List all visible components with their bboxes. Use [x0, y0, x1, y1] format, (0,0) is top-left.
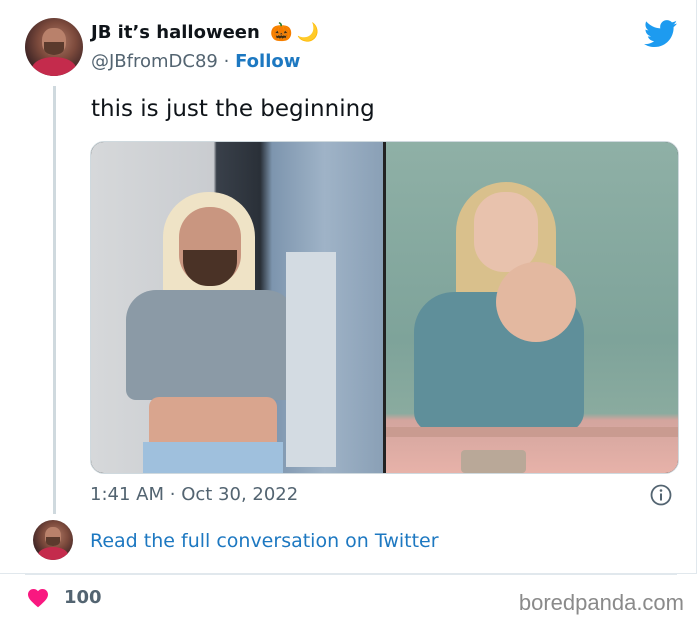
boredpanda-watermark: boredpanda.com	[518, 590, 684, 615]
moon-emoji: 🌙	[296, 22, 319, 43]
tweet-text: this is just the beginning	[91, 96, 375, 122]
twitter-bird-icon[interactable]	[644, 20, 678, 48]
tweet-media[interactable]	[90, 141, 679, 474]
info-icon[interactable]	[650, 484, 672, 506]
timestamp[interactable]: 1:41 AM · Oct 30, 2022	[90, 484, 298, 505]
footer-divider	[25, 574, 677, 575]
photo-right-actress[interactable]	[386, 142, 678, 473]
like-count: 100	[64, 587, 102, 608]
display-name-text: JB it’s halloween	[91, 22, 260, 43]
author-display-name[interactable]: JB it’s halloween 🎃 🌙	[91, 22, 319, 43]
author-handle-row: @JBfromDC89 · Follow	[91, 51, 300, 72]
read-conversation-link[interactable]: Read the full conversation on Twitter	[90, 530, 439, 552]
tweet-date: Oct 30, 2022	[181, 484, 299, 505]
pumpkin-emoji: 🎃	[270, 22, 293, 43]
timestamp-separator: ·	[169, 484, 176, 505]
follow-button[interactable]: Follow	[235, 51, 300, 72]
thread-line	[53, 86, 56, 514]
reply-avatar[interactable]	[33, 520, 73, 560]
photo-left-man-costume[interactable]	[91, 142, 383, 473]
author-handle[interactable]: @JBfromDC89	[91, 51, 218, 72]
separator-dot: ·	[223, 51, 230, 72]
author-avatar[interactable]	[25, 18, 83, 76]
heart-icon[interactable]	[26, 586, 50, 608]
tweet-time: 1:41 AM	[90, 484, 164, 505]
